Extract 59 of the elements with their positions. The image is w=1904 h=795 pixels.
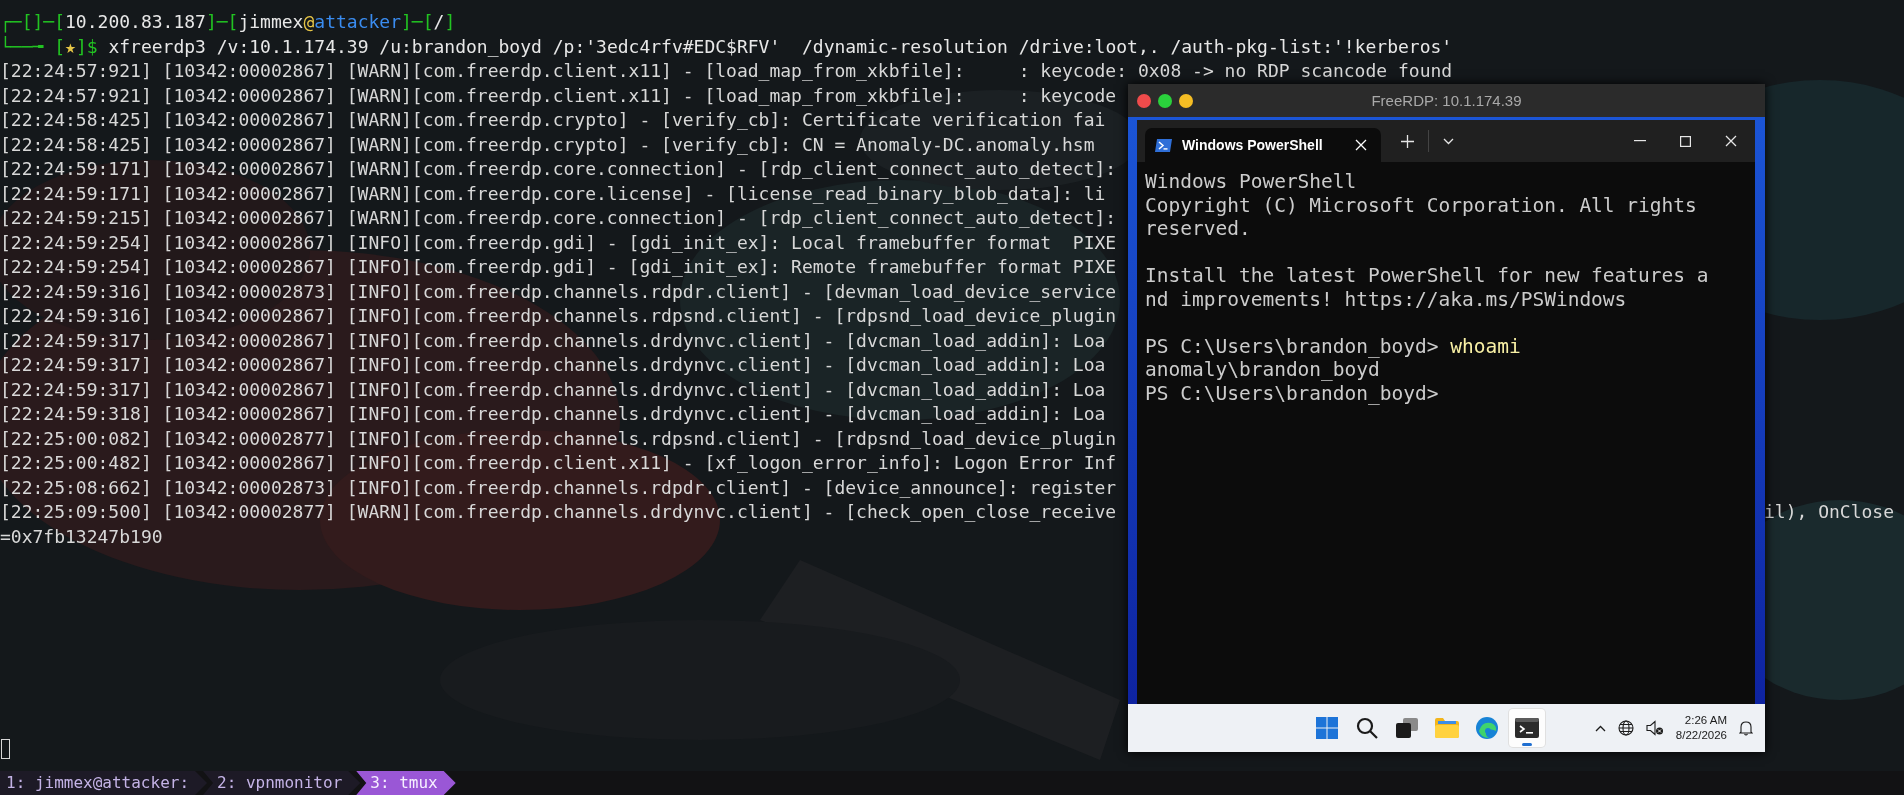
windows-start-icon	[1315, 717, 1338, 739]
browser-icon	[1475, 717, 1498, 739]
log-line: [22:24:59:171] [10342:00002867] [WARN][com.freerdp.core.connection] - [rdp_client_connect_auto_detect]:	[0, 157, 1117, 181]
log-line: [22:24:59:254] [10342:00002867] [INFO][com.freerdp.gdi] - [gdi_init_ex]: Remote framebuffer format PIXE	[0, 255, 1117, 279]
log-line: [22:25:00:482] [10342:00002867] [INFO][com.freerdp.client.x11] - [xf_logon_error_info]: Logon Error Inf	[0, 451, 1117, 475]
folder-icon	[1434, 718, 1459, 738]
prompt-line: ┌─[]─[10.200.83.187]─[jimmex@attacker]─[/]	[0, 10, 456, 35]
terminal-line: anomaly\brandon_boyd	[1145, 358, 1381, 382]
terminal-line: reserved.	[1145, 217, 1252, 241]
log-line: [22:24:59:316] [10342:00002867] [INFO][com.freerdp.channels.rdpsnd.client] - [rdpsnd_load_device_plugin	[0, 304, 1117, 328]
clock-time: 2:26 AM	[1684, 713, 1727, 728]
globe-icon[interactable]	[1617, 720, 1634, 736]
window-control-button[interactable]	[1179, 93, 1193, 108]
terminal-tab[interactable]: Windows PowerShell	[1145, 128, 1381, 162]
minimize-icon[interactable]	[1634, 140, 1646, 142]
tmux-window-tab[interactable]: 1: jimmex@attacker:	[0, 771, 208, 795]
muted-speaker-icon[interactable]	[1645, 720, 1664, 736]
terminal-line: PS C:\Users\brandon_boyd> whoami	[1145, 334, 1522, 358]
log-line: =0x7fb13247b190	[0, 524, 163, 549]
terminal-line: PS C:\Users\brandon_boyd>	[1145, 381, 1440, 405]
maximize-icon[interactable]	[1680, 135, 1691, 147]
window-control-button[interactable]	[1158, 93, 1172, 108]
log-line: [22:24:59:215] [10342:00002867] [WARN][com.freerdp.core.connection] - [rdp_client_connect_auto_detect]:	[0, 206, 1117, 230]
window-title: FreeRDP: 10.1.174.39	[1371, 92, 1522, 109]
prompt-icon	[1155, 138, 1172, 152]
terminal-line: Install the latest PowerShell for new features a	[1145, 264, 1710, 288]
tmux-window-tab[interactable]: 2: vpnmonitor	[203, 771, 361, 795]
log-line: [22:25:08:662] [10342:00002873] [INFO][com.freerdp.channels.rdpdr.client] - [device_announce]: register	[0, 475, 1117, 500]
plus-icon[interactable]	[1401, 134, 1414, 148]
log-line: [22:24:59:171] [10342:00002867] [WARN][com.freerdp.core.license] - [license_read_binary_blob_data]: li	[0, 181, 1106, 206]
terminal-line: nd improvements! https://aka.ms/PSWindows	[1145, 287, 1628, 311]
task-view-icon	[1395, 718, 1418, 738]
log-line: [22:24:58:425] [10342:00002867] [WARN][com.freerdp.crypto] - [verify_cb]: Certificate verification fai	[0, 108, 1106, 132]
log-line: [22:24:59:318] [10342:00002867] [INFO][com.freerdp.channels.drdynvc.client] - [dvcman_load_addin]: Loa	[0, 402, 1106, 426]
terminal-cursor	[1, 739, 10, 759]
log-line: [22:24:59:317] [10342:00002867] [INFO][com.freerdp.channels.drdynvc.client] - [dvcman_load_addin]: Loa	[0, 353, 1106, 377]
chevron-up-icon[interactable]	[1594, 724, 1606, 732]
log-line: [22:24:59:317] [10342:00002867] [INFO][com.freerdp.channels.drdynvc.client] - [dvcman_load_addin]: Loa	[0, 328, 1106, 353]
window-control-button[interactable]	[1137, 93, 1151, 108]
log-line: [22:24:59:317] [10342:00002867] [INFO][com.freerdp.channels.drdynvc.client] - [dvcman_load_addin]: Loa	[0, 377, 1106, 402]
log-line: [22:24:59:254] [10342:00002867] [INFO][com.freerdp.gdi] - [gdi_init_ex]: Local framebuffer format PIXE	[0, 230, 1117, 255]
prompt-line: └──╼ [★]$ xfreerdp3 /v:10.1.174.39 /u:brandon_boyd /p:'3edc4rfv#EDC$RFV' /dynamic-resolution /drive:loot,. /auth-pkg-list:'!kerberos'	[0, 34, 1453, 59]
log-line: il), OnClose	[1763, 500, 1895, 524]
tmux-window-tab[interactable]: 3: tmux	[356, 771, 456, 795]
close-icon[interactable]	[1725, 135, 1737, 147]
chevron-down-icon[interactable]	[1443, 137, 1454, 145]
log-line: [22:25:09:500] [10342:00002877] [WARN][com.freerdp.channels.drdynvc.client] - [check_open_close_receive	[0, 500, 1117, 524]
terminal-line: Copyright (C) Microsoft Corporation. All rights	[1145, 193, 1698, 217]
bell-icon[interactable]	[1739, 720, 1753, 736]
log-line: [22:24:57:921] [10342:00002867] [WARN][com.freerdp.client.x11] - [load_map_from_xkbfile]: : keycode: 0x08 -> no RDP scancode found	[0, 59, 1453, 83]
terminal-icon	[1514, 718, 1539, 738]
log-line: [22:25:00:082] [10342:00002877] [INFO][com.freerdp.channels.rdpsnd.client] - [rdpsnd_load_device_plugin	[0, 426, 1117, 451]
taskbar-app-button[interactable]	[1508, 709, 1545, 747]
log-line: [22:24:58:425] [10342:00002867] [WARN][com.freerdp.crypto] - [verify_cb]: CN = Anomaly-DC.anomaly.hsm	[0, 132, 1095, 157]
log-line: [22:24:59:316] [10342:00002873] [INFO][com.freerdp.channels.rdpdr.client] - [devman_load_device_service	[0, 279, 1117, 304]
log-line: [22:24:57:921] [10342:00002867] [WARN][com.freerdp.client.x11] - [load_map_from_xkbfile]: : keycode	[0, 83, 1117, 108]
search-icon	[1355, 717, 1378, 739]
terminal-line: Windows PowerShell	[1145, 170, 1358, 194]
clock-date: 8/22/2026	[1675, 728, 1727, 743]
